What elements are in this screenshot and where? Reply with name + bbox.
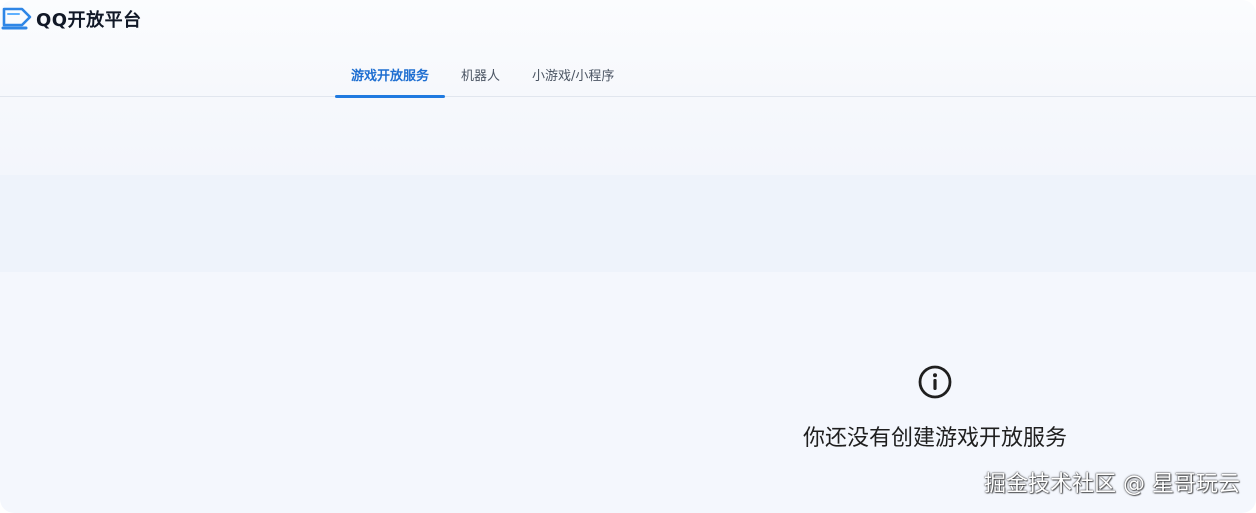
empty-state: 你还没有创建游戏开放服务: [780, 364, 1090, 452]
tab-mini-game-mini-program[interactable]: 小游戏/小程序: [516, 52, 630, 97]
logo-title: QQ开放平台: [36, 10, 142, 31]
tab-game-open-service[interactable]: 游戏开放服务: [335, 52, 446, 98]
watermark: 掘金技术社区 @ 星哥玩云: [984, 472, 1240, 497]
platform-logo[interactable]: QQ开放平台: [0, 6, 142, 32]
tab-label: 游戏开放服务: [351, 69, 430, 84]
tab-label: 机器人: [461, 69, 501, 84]
main-tabs: 游戏开放服务 机器人 小游戏/小程序: [335, 52, 630, 98]
empty-state-message: 你还没有创建游戏开放服务: [802, 426, 1067, 451]
info-icon: [918, 365, 952, 399]
top-navigation-bar: QQ开放平台 游戏开放服务 机器人 小游戏/小程序: [0, 0, 1256, 98]
tab-robot[interactable]: 机器人: [445, 52, 516, 97]
tab-label: 小游戏/小程序: [532, 69, 615, 84]
app-window: QQ开放平台 游戏开放服务 机器人 小游戏/小程序 你还没有创建游戏开放服务 掘…: [0, 0, 1256, 513]
qq-logo-icon: [1, 7, 32, 30]
